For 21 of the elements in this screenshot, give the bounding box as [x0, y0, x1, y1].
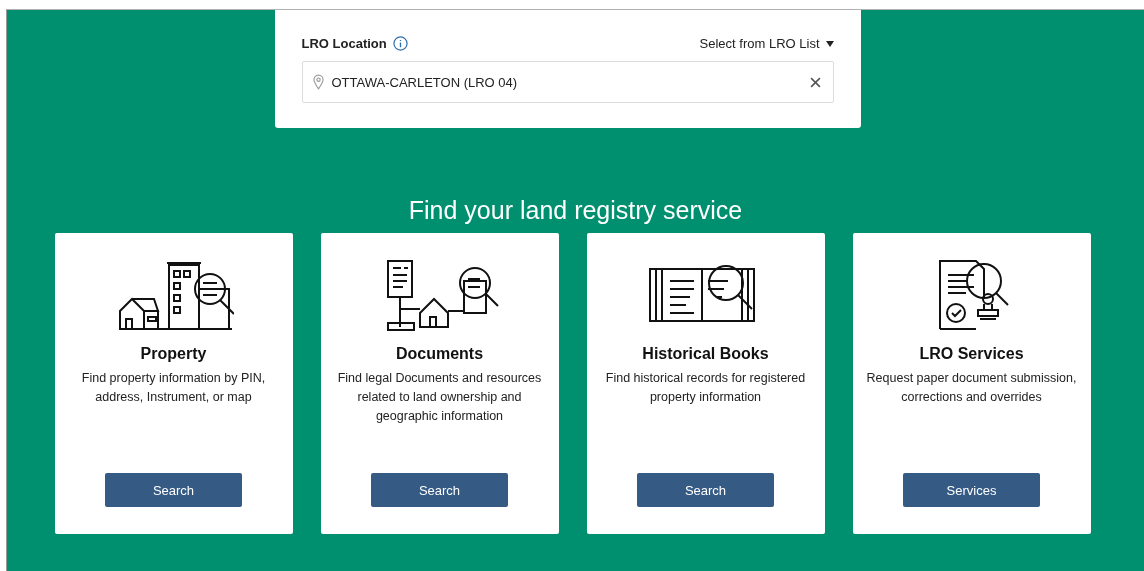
- lro-list-dropdown[interactable]: Select from LRO List: [699, 36, 834, 51]
- card-description: Find historical records for registered property information: [604, 370, 807, 406]
- card-description: Find legal Documents and resources related to land ownership and geographic information: [336, 370, 543, 425]
- location-value: OTTAWA-CARLETON (LRO 04): [331, 74, 519, 90]
- card-title: Historical Books: [642, 345, 769, 363]
- close-icon[interactable]: [809, 76, 821, 88]
- map-pin-icon: [312, 74, 324, 90]
- card-title: LRO Services: [919, 345, 1024, 363]
- page-heading: Find your land registry service: [408, 195, 743, 226]
- location-field[interactable]: OTTAWA-CARLETON (LRO 04): [301, 61, 834, 103]
- search-button[interactable]: Search: [637, 473, 774, 507]
- card-description: Request paper document submission, corrections and overrides: [865, 370, 1078, 406]
- search-button[interactable]: Search: [371, 473, 508, 507]
- location-label: LRO Location: [301, 36, 387, 51]
- card-description: Find property information by PIN, address, Instrument, or map: [80, 370, 267, 406]
- search-button[interactable]: Search: [105, 473, 242, 507]
- caret-icon: [825, 40, 834, 47]
- card-title: Property: [140, 345, 207, 363]
- card-title: Documents: [395, 345, 484, 363]
- info-icon[interactable]: [392, 36, 408, 51]
- services-button[interactable]: Services: [903, 473, 1040, 507]
